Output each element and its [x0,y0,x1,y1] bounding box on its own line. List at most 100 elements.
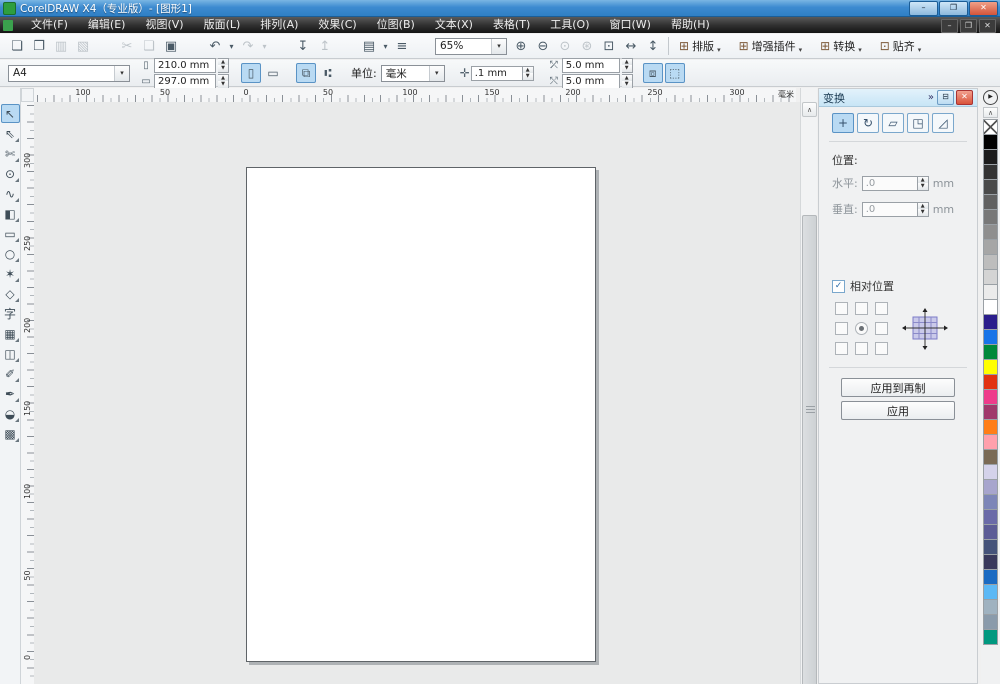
horizontal-stepper[interactable]: ▲▼ [918,176,929,191]
labeled-toolbar-button[interactable]: ⊞ 排版 ▾ [673,36,727,56]
treat-as-filled-button[interactable]: ⧈ [643,63,663,83]
chevron-down-icon[interactable]: ▾ [429,66,444,81]
toolbar-button[interactable]: ↷ [238,36,258,56]
palette-scroll-up-icon[interactable]: ∧ [983,107,998,118]
menu-item[interactable]: 工具(O) [540,17,599,33]
color-swatch[interactable] [983,239,998,255]
color-swatch[interactable] [983,614,998,630]
doc-minimize-button[interactable]: – [941,19,958,33]
color-swatch[interactable] [983,314,998,330]
color-swatch[interactable] [983,134,998,150]
color-swatch[interactable] [983,629,998,645]
transform-mode-button[interactable]: ▱ [882,113,904,133]
apply-to-duplicate-button[interactable]: 应用到再制 [841,378,955,397]
toolbox-tool[interactable]: ▭ [1,224,20,243]
zoom-toolbar-button[interactable]: ⊛ [577,36,597,56]
toolbar-button[interactable]: ↧ [293,36,313,56]
color-swatch[interactable] [983,494,998,510]
portrait-button[interactable]: ▯ [241,63,261,83]
toolbar-button[interactable]: ≡ [392,36,412,56]
vertical-ruler[interactable]: 300250200150100500 [21,102,35,684]
color-swatch[interactable] [983,434,998,450]
toolbar-button[interactable]: ▥ [51,36,71,56]
menu-item[interactable]: 帮助(H) [661,17,720,33]
toolbox-tool[interactable]: ▦ [1,324,20,343]
palette-flyout-icon[interactable]: ▶ [983,90,998,105]
anchor-top-right[interactable] [875,302,888,315]
color-swatch[interactable] [983,599,998,615]
toolbar-button[interactable]: ▾ [260,36,269,56]
toolbar-button[interactable] [337,36,357,56]
color-swatch[interactable] [983,344,998,360]
docker-minimize-button[interactable]: ⊟ [937,90,954,105]
horizontal-input[interactable]: .0 [862,176,918,191]
paper-height-input[interactable]: 297.0 mm [154,74,216,89]
toolbox-tool[interactable]: ◒ [1,404,20,423]
marquee-select-button[interactable]: ⬚ [665,63,685,83]
zoom-toolbar-button[interactable]: ⊡ [599,36,619,56]
toolbox-tool[interactable]: ▩ [1,424,20,443]
toolbar-button[interactable]: ▾ [227,36,236,56]
docker-chevron-icon[interactable]: » [928,92,934,103]
paper-height-stepper[interactable]: ▲▼ [218,74,229,89]
duplicate-x-input[interactable]: 5.0 mm [562,58,620,73]
nudge-input[interactable]: .1 mm [471,66,523,81]
anchor-top-left[interactable] [835,302,848,315]
toolbar-button[interactable] [95,36,115,56]
nudge-stepper[interactable]: ▲▼ [523,66,534,81]
transform-mode-button[interactable]: ◿ [932,113,954,133]
menu-item[interactable]: 版面(L) [194,17,251,33]
color-swatch[interactable] [983,164,998,180]
menu-item[interactable]: 效果(C) [308,17,366,33]
anchor-middle-left[interactable] [835,322,848,335]
color-swatch[interactable] [983,419,998,435]
toolbox-tool[interactable]: ⇖ [1,124,20,143]
zoom-toolbar-button[interactable]: ⊙ [555,36,575,56]
apply-button[interactable]: 应用 [841,401,955,420]
vertical-stepper[interactable]: ▲▼ [918,202,929,217]
zoom-toolbar-button[interactable]: ↔ [621,36,641,56]
toolbox-tool[interactable]: ✐ [1,364,20,383]
toolbar-button[interactable]: ❏ [7,36,27,56]
zoom-toolbar-button[interactable]: ⊖ [533,36,553,56]
color-swatch[interactable] [983,449,998,465]
color-swatch[interactable] [983,359,998,375]
toolbox-tool[interactable]: ○ [1,244,20,263]
color-swatch[interactable] [983,464,998,480]
paper-width-stepper[interactable]: ▲▼ [218,58,229,73]
close-button[interactable]: ✕ [969,1,998,16]
anchor-bottom-left[interactable] [835,342,848,355]
toolbar-button[interactable] [414,36,434,56]
color-swatch[interactable] [983,329,998,345]
menu-item[interactable]: 文件(F) [21,17,78,33]
toolbar-button[interactable]: ❐ [29,36,49,56]
color-swatch[interactable] [983,254,998,270]
labeled-toolbar-button[interactable]: ⊞ 转换 ▾ [814,36,868,56]
restore-button[interactable]: ❐ [939,1,968,16]
toolbar-button[interactable] [183,36,203,56]
color-swatch[interactable] [983,554,998,570]
vertical-input[interactable]: .0 [862,202,918,217]
duplicate-x-stepper[interactable]: ▲▼ [622,58,633,73]
color-swatch[interactable] [983,584,998,600]
color-swatch[interactable] [983,299,998,315]
toolbar-button[interactable]: ↶ [205,36,225,56]
toolbar-button[interactable]: ▧ [73,36,93,56]
transform-mode-button[interactable]: ◳ [907,113,929,133]
color-swatch[interactable] [983,224,998,240]
doc-restore-button[interactable]: ❐ [960,19,977,33]
toolbar-button[interactable] [271,36,291,56]
toolbox-tool[interactable]: ✶ [1,264,20,283]
page-area[interactable] [246,167,596,662]
zoom-level-combo[interactable]: 65% ▾ [435,38,507,55]
color-swatch[interactable] [983,389,998,405]
horizontal-ruler[interactable]: 毫米 10050050100150200250300 [34,88,796,103]
duplicate-y-input[interactable]: 5.0 mm [562,74,620,89]
toolbox-tool[interactable]: 字 [1,304,20,323]
menu-item[interactable]: 文本(X) [425,17,483,33]
color-swatch[interactable] [983,539,998,555]
no-color-swatch[interactable] [983,119,998,135]
paper-width-input[interactable]: 210.0 mm [154,58,216,73]
menu-item[interactable]: 视图(V) [135,17,193,33]
color-swatch[interactable] [983,479,998,495]
